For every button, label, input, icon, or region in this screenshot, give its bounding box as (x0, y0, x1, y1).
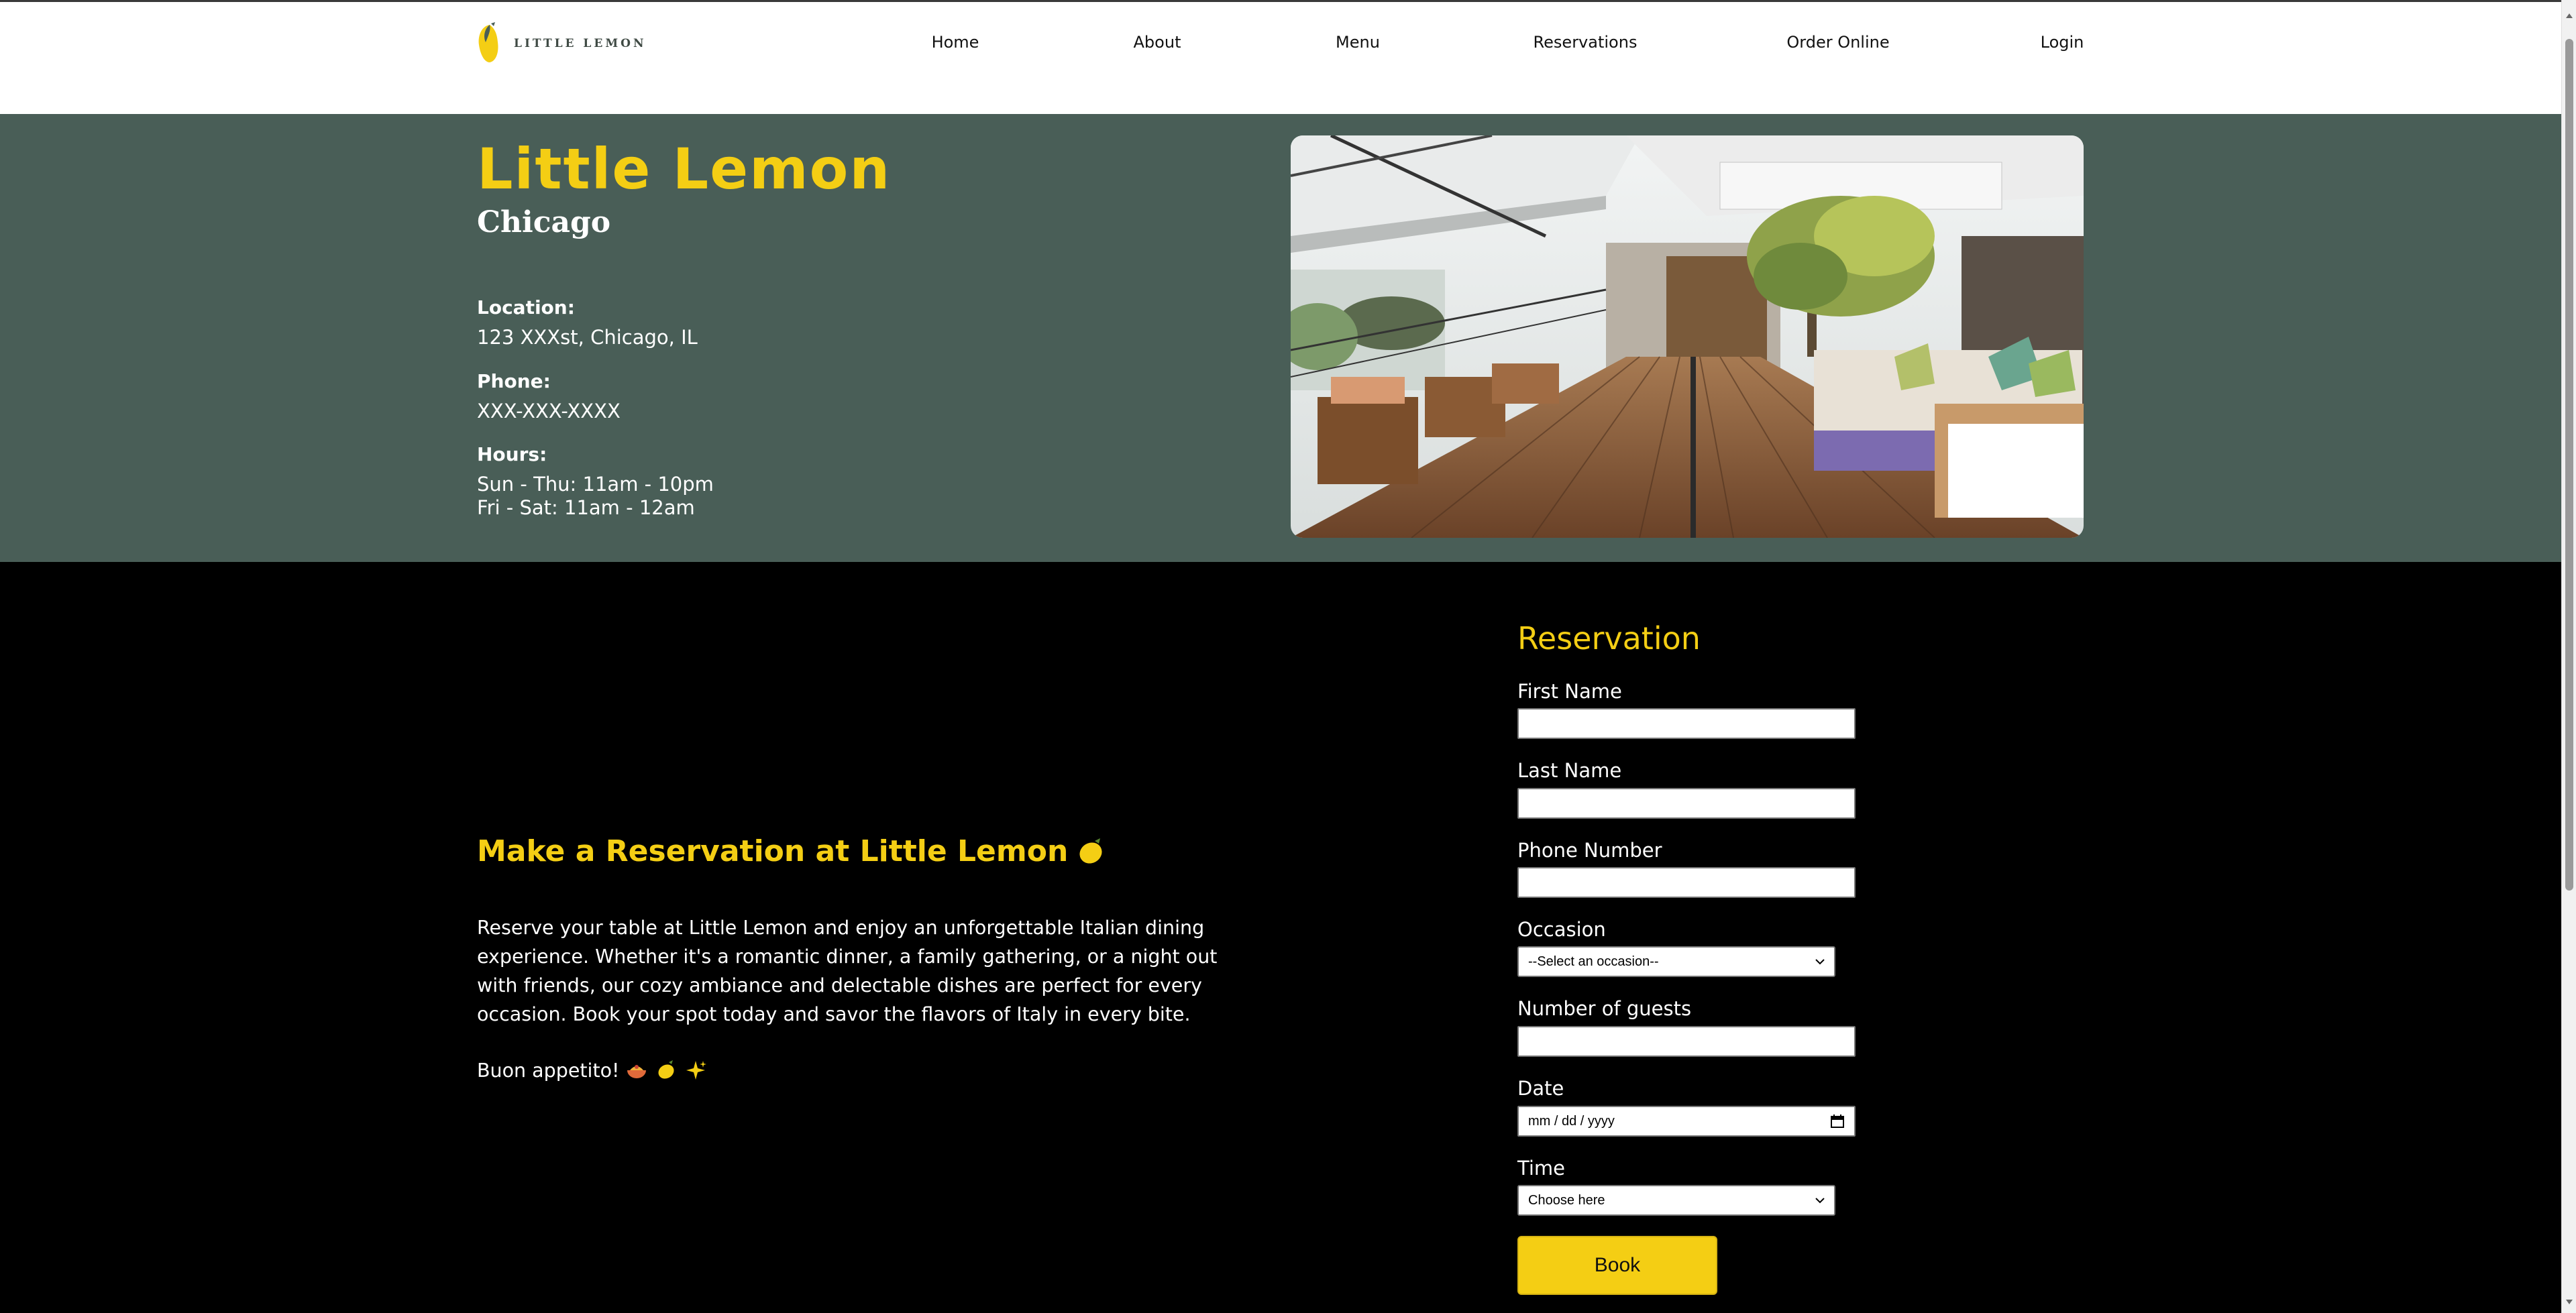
promo-title-text: Make a Reservation at Little Lemon (477, 834, 1069, 868)
nav-login-link[interactable]: Login (2041, 33, 2084, 52)
promo-signoff: Buon appetito! (477, 1058, 708, 1082)
phone-number-input[interactable] (1517, 867, 1856, 898)
hero-city: Chicago (477, 205, 611, 239)
first-name-input[interactable] (1517, 708, 1856, 739)
hero-section: Little Lemon Chicago Location: 123 XXXst… (0, 114, 2561, 562)
logo[interactable]: LITTLE LEMON (475, 22, 647, 65)
time-select[interactable]: Choose here (1517, 1185, 1835, 1216)
nav-menu-link[interactable]: Menu (1336, 33, 1380, 52)
signoff-text: Buon appetito! (477, 1059, 620, 1082)
sparkles-icon (686, 1061, 707, 1080)
pasta-icon (627, 1065, 647, 1078)
chevron-down-icon (1815, 1198, 1825, 1204)
nav-order-online-link[interactable]: Order Online (1786, 33, 1889, 52)
location-label: Location: (477, 296, 575, 319)
lemon-icon (658, 1060, 675, 1079)
hours-label: Hours: (477, 443, 547, 465)
time-label: Time (1517, 1157, 1565, 1180)
phone-value: XXX-XXX-XXXX (477, 400, 621, 422)
reservation-title: Reservation (1517, 620, 1701, 656)
hours-weekday: Sun - Thu: 11am - 10pm (477, 473, 714, 496)
page-scrollbar[interactable] (2561, 0, 2576, 1313)
chevron-down-icon (1815, 959, 1825, 965)
book-button[interactable]: Book (1517, 1236, 1717, 1295)
date-label: Date (1517, 1077, 1564, 1100)
date-input[interactable]: mm / dd / yyyy (1517, 1106, 1856, 1137)
guests-input[interactable] (1517, 1026, 1856, 1057)
phone-label: Phone: (477, 370, 551, 392)
last-name-input[interactable] (1517, 788, 1856, 819)
lemon-icon (1079, 838, 1102, 864)
scrollbar-thumb[interactable] (2565, 39, 2573, 891)
hours-weekend: Fri - Sat: 11am - 12am (477, 496, 695, 519)
first-name-label: First Name (1517, 680, 1622, 703)
date-placeholder: mm / dd / yyyy (1528, 1113, 1615, 1129)
promo-description: Reserve your table at Little Lemon and e… (477, 917, 1218, 1025)
nav-reservations-link[interactable]: Reservations (1534, 33, 1638, 52)
occasion-label: Occasion (1517, 918, 1606, 941)
scroll-down-icon[interactable] (2566, 1300, 2573, 1304)
occasion-selected-value: --Select an occasion-- (1528, 954, 1659, 969)
promo-title: Make a Reservation at Little Lemon (477, 834, 1107, 868)
last-name-label: Last Name (1517, 759, 1622, 782)
scroll-up-icon[interactable] (2566, 13, 2573, 18)
phone-number-label: Phone Number (1517, 839, 1662, 862)
occasion-select[interactable]: --Select an occasion-- (1517, 946, 1835, 977)
calendar-icon[interactable] (1830, 1114, 1845, 1129)
nav-home-link[interactable]: Home (932, 33, 979, 52)
nav-about-link[interactable]: About (1134, 33, 1181, 52)
logo-text: LITTLE LEMON (514, 37, 647, 50)
restaurant-terrace-photo (1291, 135, 2084, 538)
location-value: 123 XXXst, Chicago, IL (477, 326, 698, 349)
site-header: LITTLE LEMON Home About Menu Reservation… (0, 0, 2561, 114)
lemon-logo-icon (478, 22, 498, 62)
hero-title: Little Lemon (477, 136, 892, 202)
guests-label: Number of guests (1517, 997, 1692, 1020)
time-selected-value: Choose here (1528, 1192, 1605, 1208)
